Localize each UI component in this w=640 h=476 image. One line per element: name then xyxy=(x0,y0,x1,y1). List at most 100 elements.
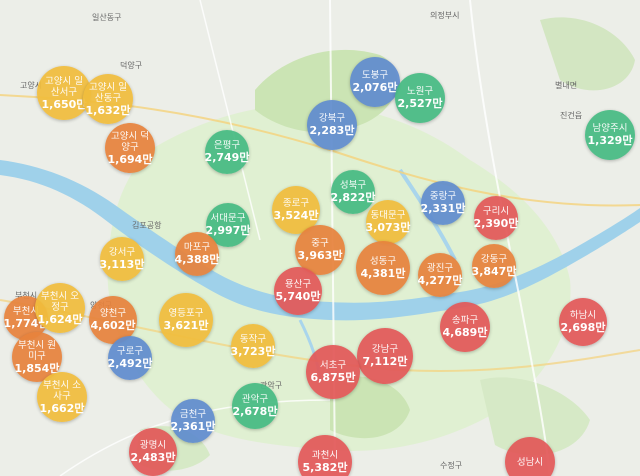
district-name: 금천구 xyxy=(179,409,207,420)
district-price: 2,076만 xyxy=(352,81,398,94)
district-name: 강동구 xyxy=(480,254,508,265)
district-price: 3,723만 xyxy=(230,345,276,358)
district-price: 1,650만 xyxy=(41,97,87,111)
district-price: 2,678만 xyxy=(232,405,278,418)
district-price: 6,875만 xyxy=(310,371,356,384)
district-name: 중구 xyxy=(311,238,329,249)
district-name: 과천시 xyxy=(311,450,339,461)
district-price: 4,381만 xyxy=(360,267,406,280)
district-name: 부천시 원미구 xyxy=(18,339,56,362)
district-price: 1,662만 xyxy=(39,401,85,415)
district-bubble-namyangju[interactable]: 남양주시 1,329만 xyxy=(585,110,635,160)
district-bubble-mapo[interactable]: 마포구 4,388만 xyxy=(175,232,219,276)
district-price: 2,822만 xyxy=(330,191,376,204)
district-name: 종로구 xyxy=(282,198,310,209)
district-bubble-gwanak[interactable]: 관악구 2,678만 xyxy=(232,383,278,429)
map-place-label: 일산동구 xyxy=(92,13,122,22)
district-bubble-bucheon_ojeong[interactable]: 부천시 오정구 1,624만 xyxy=(35,283,85,333)
map-place-label: 의정부시 xyxy=(430,11,460,20)
district-price: 1,694만 xyxy=(107,152,153,166)
district-bubble-yongsan[interactable]: 용산구 5,740만 xyxy=(274,267,322,315)
district-bubble-gwangjin[interactable]: 광진구 4,277만 xyxy=(418,253,462,297)
district-bubble-yeongdeungpo[interactable]: 영등포구 3,621만 xyxy=(159,293,213,347)
district-price: 3,621만 xyxy=(163,319,209,332)
map-place-label: 진건읍 xyxy=(560,111,583,120)
district-price: 3,847만 xyxy=(471,265,517,278)
district-bubble-dongjak[interactable]: 동작구 3,723만 xyxy=(231,324,275,368)
district-name: 성북구 xyxy=(339,180,367,191)
district-name: 서대문구 xyxy=(210,213,246,224)
district-name: 광진구 xyxy=(426,263,454,274)
district-price: 5,740만 xyxy=(275,290,321,303)
district-bubble-hanam[interactable]: 하남시 2,698만 xyxy=(559,298,607,346)
district-bubble-guri[interactable]: 구리시 2,390만 xyxy=(474,196,518,240)
district-name: 고양시 덕양구 xyxy=(111,130,149,153)
district-bubble-songpa[interactable]: 송파구 4,689만 xyxy=(440,302,490,352)
district-price: 3,073만 xyxy=(365,221,411,234)
district-price: 1,329만 xyxy=(587,134,633,147)
district-price: 1,632만 xyxy=(85,103,131,117)
district-bubble-gangnam[interactable]: 강남구 7,112만 xyxy=(357,328,413,384)
district-name: 서초구 xyxy=(319,360,347,371)
district-bubble-gangbuk[interactable]: 강북구 2,283만 xyxy=(307,100,357,150)
district-price: 2,361만 xyxy=(170,420,216,433)
district-price: 2,331만 xyxy=(420,202,466,215)
district-price: 3,113만 xyxy=(99,258,145,271)
district-name: 부천시 오정구 xyxy=(41,290,79,313)
district-name: 고양시 일산서구 xyxy=(45,75,83,98)
district-name: 강북구 xyxy=(318,113,346,124)
district-bubble-guro[interactable]: 구로구 2,492만 xyxy=(108,336,152,380)
district-bubble-gangdong[interactable]: 강동구 3,847만 xyxy=(472,244,516,288)
district-price: 2,283만 xyxy=(309,124,355,137)
district-name: 고양시 일산동구 xyxy=(89,81,127,104)
district-bubble-dongdaemun[interactable]: 동대문구 3,073만 xyxy=(366,200,410,244)
district-name: 은평구 xyxy=(213,140,241,151)
district-price: 3,963만 xyxy=(297,249,343,262)
district-price: 2,698만 xyxy=(560,321,606,334)
district-bubble-nowon[interactable]: 노원구 2,527만 xyxy=(395,73,445,123)
district-name: 영등포구 xyxy=(168,308,204,319)
district-bubble-dobong[interactable]: 도봉구 2,076만 xyxy=(350,57,400,107)
district-bubble-seongdong[interactable]: 성동구 4,381만 xyxy=(356,241,410,295)
district-name: 동작구 xyxy=(239,334,267,345)
district-name: 송파구 xyxy=(451,315,479,326)
district-name: 관악구 xyxy=(241,394,269,405)
district-price: 2,997만 xyxy=(205,224,251,237)
district-bubble-jungnang[interactable]: 중랑구 2,331만 xyxy=(421,181,465,225)
district-name: 부천시 소사구 xyxy=(43,379,81,402)
district-bubble-gangseo[interactable]: 강서구 3,113만 xyxy=(100,237,144,281)
district-name: 하남시 xyxy=(569,310,597,321)
district-bubble-eunpyeong[interactable]: 은평구 2,749만 xyxy=(205,130,249,174)
district-price: 4,602만 xyxy=(90,319,136,332)
district-name: 중랑구 xyxy=(429,191,457,202)
district-price: 2,492만 xyxy=(107,357,153,370)
district-bubble-gwangmyeong[interactable]: 광명시 2,483만 xyxy=(129,428,177,476)
district-price: 1,624만 xyxy=(37,312,83,326)
district-bubble-seocho[interactable]: 서초구 6,875만 xyxy=(306,345,360,399)
district-name: 구로구 xyxy=(116,346,144,357)
price-heatmap-map[interactable]: 일산동구덕양구의정부시별내면진건읍고양시부천시김포공항관악구양천구수정구 도봉구… xyxy=(0,0,640,476)
district-name: 구리시 xyxy=(482,206,510,217)
district-name: 도봉구 xyxy=(361,70,389,81)
district-price: 2,527만 xyxy=(397,97,443,110)
district-price: 2,390만 xyxy=(473,217,519,230)
district-bubble-goyang_ilsandong[interactable]: 고양시 일산동구 1,632만 xyxy=(83,74,133,124)
district-name: 마포구 xyxy=(183,242,211,253)
district-price: 5,382만 xyxy=(302,461,348,474)
district-name: 강서구 xyxy=(108,247,136,258)
district-price: 3,524만 xyxy=(273,209,319,222)
district-name: 용산구 xyxy=(284,279,312,290)
district-price: 2,483만 xyxy=(130,451,176,464)
map-place-label: 별내면 xyxy=(555,81,578,90)
district-price: 4,689만 xyxy=(442,326,488,339)
district-bubble-bucheon_sosa[interactable]: 부천시 소사구 1,662만 xyxy=(37,372,87,422)
district-name: 광명시 xyxy=(139,440,167,451)
district-price: 4,388만 xyxy=(174,253,220,266)
district-bubble-seongbuk[interactable]: 성북구 2,822만 xyxy=(331,170,375,214)
district-bubble-geumcheon[interactable]: 금천구 2,361만 xyxy=(171,399,215,443)
district-name: 성동구 xyxy=(369,256,397,267)
map-place-label: 김포공항 xyxy=(132,221,162,230)
district-bubble-goyang_deogyang[interactable]: 고양시 덕양구 1,694만 xyxy=(105,123,155,173)
district-price: 4,277만 xyxy=(417,274,463,287)
map-place-label: 수정구 xyxy=(440,461,463,470)
